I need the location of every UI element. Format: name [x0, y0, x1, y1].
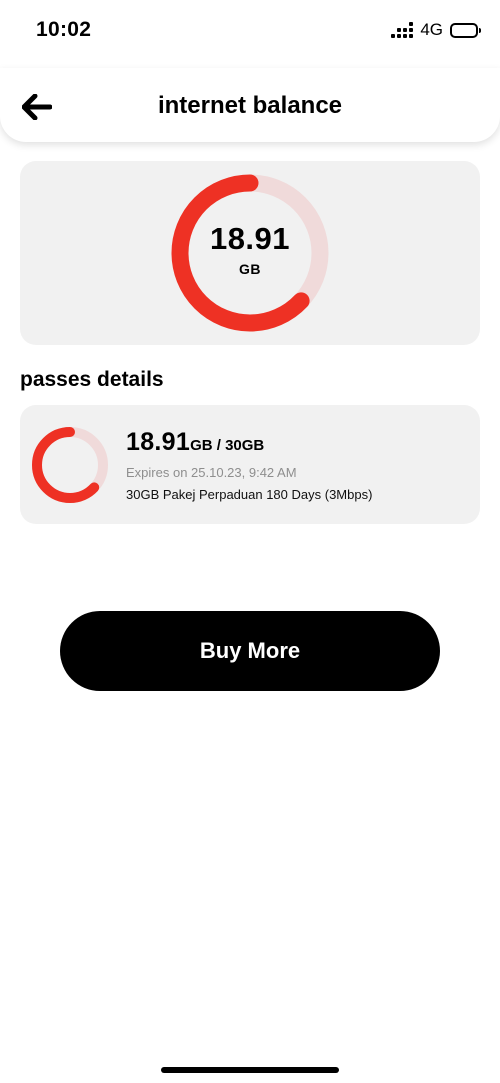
header: internet balance	[0, 68, 500, 142]
status-time: 10:02	[36, 18, 92, 41]
home-indicator[interactable]	[161, 1067, 339, 1073]
balance-card: 18.91 GB	[20, 161, 480, 345]
screen: 10:02 4G internet balance 18.91 GB passe…	[0, 0, 500, 1083]
status-indicators: 4G	[391, 20, 481, 40]
balance-unit: GB	[239, 261, 261, 277]
status-bar: 10:02 4G	[0, 0, 500, 60]
balance-value: 18.91	[209, 221, 291, 256]
page-title: internet balance	[157, 92, 343, 119]
pass-used-value: 18.91	[126, 428, 191, 456]
pass-ring	[32, 427, 108, 503]
network-type: 4G	[420, 20, 443, 39]
pass-card[interactable]: 18.91GB / 30GB Expires on 25.10.23, 9:42…	[20, 405, 480, 524]
pass-total: 30GB	[225, 437, 265, 454]
section-title: passes details	[20, 368, 164, 391]
pass-name: 30GB Pakej Perpaduan 180 Days (3Mbps)	[126, 487, 373, 502]
battery-icon	[450, 22, 481, 38]
buy-more-button[interactable]: Buy More	[60, 611, 440, 691]
pass-expiry: Expires on 25.10.23, 9:42 AM	[126, 465, 297, 480]
pass-usage: 18.91GB / 30GB	[126, 428, 264, 457]
signal-icon	[391, 22, 414, 38]
pass-used-unit: GB	[190, 437, 213, 454]
pass-separator: /	[212, 437, 226, 454]
